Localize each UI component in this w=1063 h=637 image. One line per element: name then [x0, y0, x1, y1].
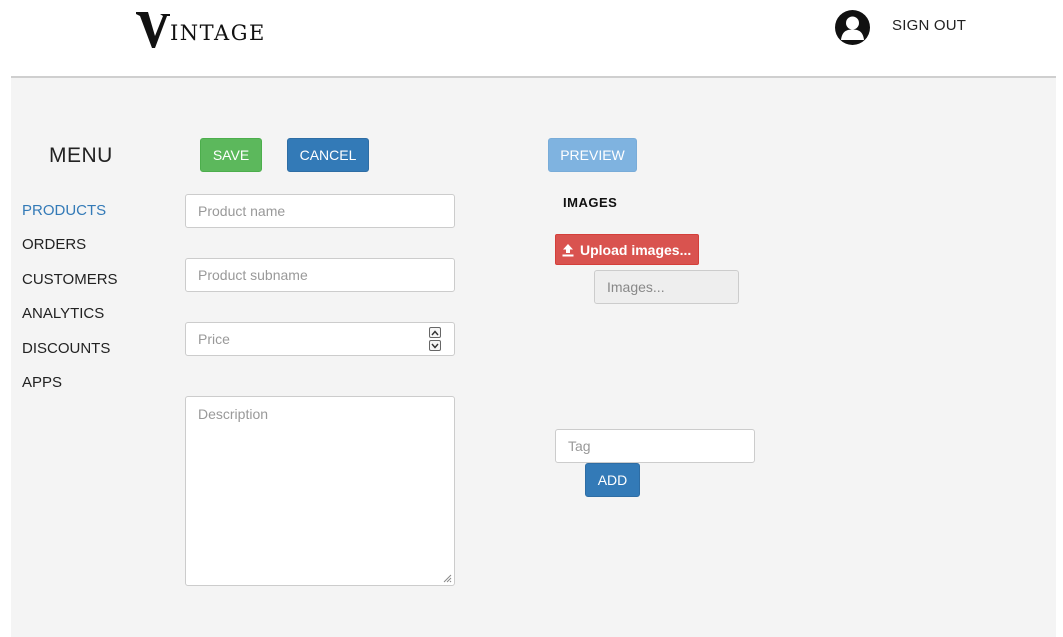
price-stepper[interactable]	[429, 327, 441, 351]
images-field[interactable]: Images...	[594, 270, 739, 304]
upload-icon	[562, 243, 574, 256]
user-avatar-icon[interactable]	[835, 10, 870, 45]
description-textarea[interactable]: Description	[185, 396, 455, 586]
menu-title: MENU	[49, 144, 113, 167]
sidebar-item-analytics[interactable]: ANALYTICS	[22, 305, 104, 322]
upload-images-label: Upload images...	[580, 241, 692, 258]
price-input[interactable]: Price	[185, 322, 455, 356]
save-button[interactable]: SAVE	[200, 138, 262, 172]
logo-v-mark	[136, 12, 170, 48]
sidebar-item-orders[interactable]: ORDERS	[22, 236, 86, 253]
cancel-button[interactable]: CANCEL	[287, 138, 369, 172]
product-name-input[interactable]: Product name	[185, 194, 455, 228]
upload-images-button[interactable]: Upload images...	[555, 234, 699, 265]
sign-out-link[interactable]: SIGN OUT	[892, 17, 966, 34]
sidebar-item-apps[interactable]: APPS	[22, 374, 62, 391]
chevron-up-icon[interactable]	[429, 327, 441, 338]
price-placeholder: Price	[198, 331, 230, 347]
sidebar-item-customers[interactable]: CUSTOMERS	[22, 271, 118, 288]
app-header: INTAGE SIGN OUT	[0, 0, 1063, 76]
brand-logo[interactable]: INTAGE	[136, 12, 266, 48]
product-subname-input[interactable]: Product subname	[185, 258, 455, 292]
description-placeholder: Description	[198, 406, 269, 422]
logo-wordmark: INTAGE	[170, 21, 266, 45]
preview-button[interactable]: PREVIEW	[548, 138, 637, 172]
main-content: MENU PRODUCTS ORDERS CUSTOMERS ANALYTICS…	[11, 78, 1056, 637]
chevron-down-icon[interactable]	[429, 340, 441, 351]
sidebar-item-discounts[interactable]: DISCOUNTS	[22, 340, 110, 357]
resize-grip-icon[interactable]	[443, 574, 452, 583]
images-section-title: IMAGES	[563, 195, 618, 210]
tag-input[interactable]: Tag	[555, 429, 755, 463]
sidebar-item-products[interactable]: PRODUCTS	[22, 202, 106, 219]
add-tag-button[interactable]: ADD	[585, 463, 640, 497]
